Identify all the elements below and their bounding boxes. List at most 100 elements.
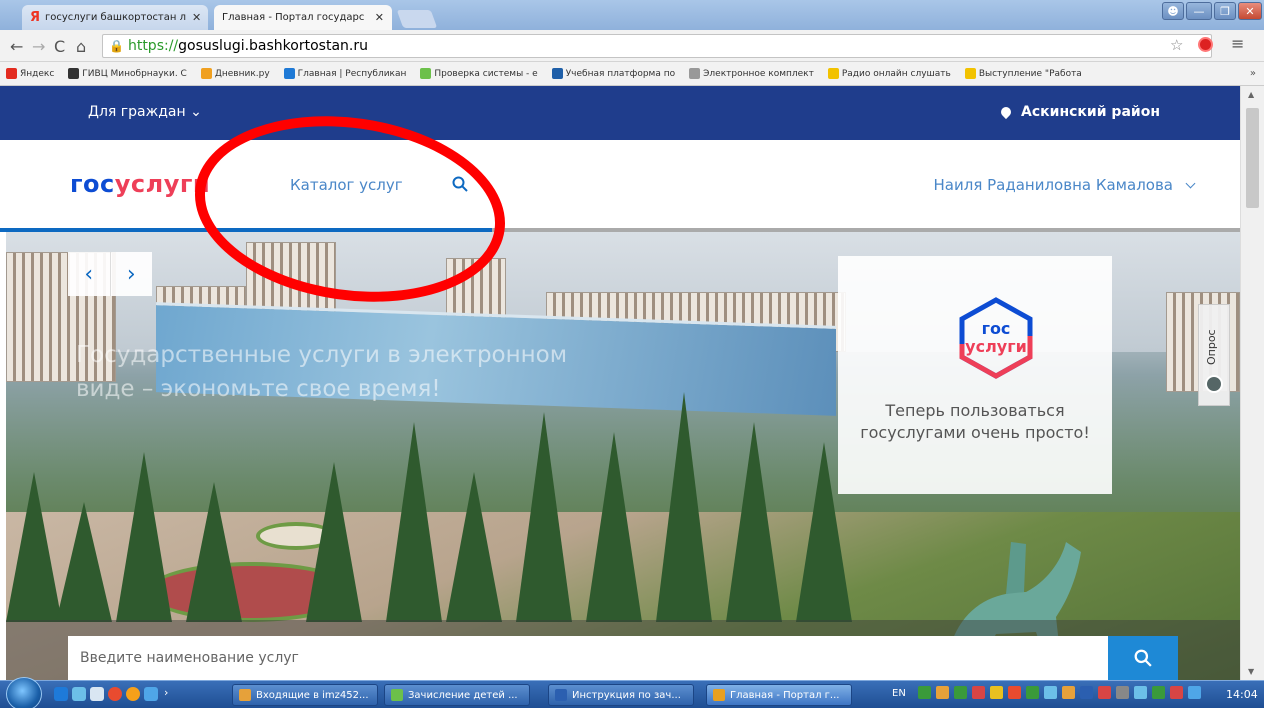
app-icon[interactable] <box>144 687 158 701</box>
tray-icon[interactable] <box>1170 686 1183 699</box>
bookmark-item[interactable]: Электронное комплект <box>689 68 814 79</box>
url-host: gosuslugi.bashkortostan.ru <box>178 38 368 54</box>
bookmark-label: Главная | Республикан <box>297 68 407 79</box>
bookmarks-more-icon[interactable]: » <box>1250 68 1256 79</box>
bookmark-label: Учебная платформа по <box>565 68 676 79</box>
bookmark-item[interactable]: ГИВЦ Минобрнауки. С <box>68 68 187 79</box>
yandex-icon: Я <box>30 10 41 25</box>
ie-icon[interactable] <box>54 687 68 701</box>
desktop-icon[interactable] <box>72 687 86 701</box>
home-icon[interactable]: ⌂ <box>76 37 86 56</box>
url-field[interactable]: 🔒 https:// gosuslugi.bashkortostan.ru <box>102 34 1212 58</box>
menu-icon[interactable]: ≡ <box>1231 34 1244 53</box>
windows-taskbar: › Входящие в imz452... Зачисление детей .… <box>0 677 1264 708</box>
close-tab-icon[interactable]: ✕ <box>369 11 384 24</box>
taskbar-item[interactable]: Главная - Портал г... <box>706 684 852 706</box>
for-citizens-label: Для граждан <box>88 104 186 120</box>
forward-arrow-icon[interactable]: → <box>32 37 45 56</box>
bookmark-label: Электронное комплект <box>703 68 814 79</box>
taskbar-item[interactable]: Зачисление детей ... <box>384 684 530 706</box>
service-search-bar <box>6 620 1240 680</box>
chrome-icon[interactable] <box>108 687 122 701</box>
firefox-icon[interactable] <box>126 687 140 701</box>
close-window-button[interactable]: ✕ <box>1238 2 1262 20</box>
more-icon[interactable]: › <box>164 686 178 700</box>
language-indicator[interactable]: EN <box>892 688 906 699</box>
user-icon[interactable]: ☻ <box>1162 2 1184 20</box>
browser-tab-2[interactable]: Главная - Портал государс ✕ <box>214 5 392 30</box>
tray-icon[interactable] <box>990 686 1003 699</box>
tray-icon[interactable] <box>1008 686 1021 699</box>
location-pin-icon <box>998 104 1014 120</box>
bookmark-item[interactable]: Главная | Республикан <box>283 68 407 79</box>
window-icon[interactable] <box>90 687 104 701</box>
tray-icon[interactable] <box>1116 686 1129 699</box>
start-button[interactable] <box>6 677 42 708</box>
page-scrollbar[interactable]: ▲ ▼ <box>1240 86 1264 680</box>
browser-tab-1[interactable]: Я госуслуги башкортостан л ✕ <box>22 5 208 30</box>
volume-icon[interactable] <box>1134 686 1147 699</box>
taskbar-item-label: Входящие в imz452... <box>256 689 369 701</box>
new-tab-button[interactable] <box>396 10 438 28</box>
poll-label: Опрос <box>1205 329 1218 365</box>
tray-icon[interactable] <box>1044 686 1057 699</box>
bird-icon <box>68 68 80 79</box>
bookmark-item[interactable]: Радио онлайн слушать <box>827 68 951 79</box>
tray-icon[interactable] <box>918 686 931 699</box>
extension-icon[interactable] <box>1198 37 1213 52</box>
tray-icon[interactable] <box>1098 686 1111 699</box>
region-selector[interactable]: Аскинский район <box>998 104 1160 120</box>
maximize-button[interactable]: ❐ <box>1214 2 1236 20</box>
circle-icon <box>283 68 295 79</box>
doc-icon <box>964 68 976 79</box>
poll-tab[interactable]: Опрос <box>1198 304 1230 406</box>
minimize-button[interactable]: — <box>1186 2 1212 20</box>
gosuslugi-logo[interactable]: госуслуги <box>70 170 210 198</box>
tray-icon[interactable] <box>1062 686 1075 699</box>
promo-text: Теперь пользоваться госуслугами очень пр… <box>860 401 1090 442</box>
app-icon <box>555 689 567 701</box>
bookmark-item[interactable]: Проверка системы - e <box>420 68 538 79</box>
bookmark-item[interactable]: Дневник.ру <box>200 68 270 79</box>
bookmark-label: Дневник.ру <box>214 68 270 79</box>
site-header: госуслуги Каталог услуг Наиля Раданиловн… <box>0 140 1240 232</box>
for-citizens-dropdown[interactable]: Для граждан ⌄ <box>88 104 202 120</box>
tray-icon[interactable] <box>972 686 985 699</box>
scrollbar-thumb[interactable] <box>1246 108 1259 208</box>
bookmark-item[interactable]: Яндекс <box>6 68 54 79</box>
search-icon <box>1134 649 1152 667</box>
site-top-bar: Для граждан ⌄ Аскинский район <box>0 86 1240 140</box>
network-icon[interactable] <box>1152 686 1165 699</box>
tray-icon[interactable] <box>936 686 949 699</box>
lock-icon: 🔒 <box>109 39 124 53</box>
platform-icon <box>551 68 563 79</box>
bookmark-item[interactable]: Учебная платформа по <box>551 68 676 79</box>
promo-logo-line-1: гос <box>982 319 1011 338</box>
bookmark-label: Яндекс <box>20 68 55 79</box>
search-button[interactable] <box>1108 636 1178 680</box>
slider-prev-button[interactable]: ‹ <box>68 252 111 296</box>
tray-icon[interactable] <box>954 686 967 699</box>
promo-card[interactable]: гос услуги Теперь пользоваться госуслуга… <box>838 256 1112 494</box>
app-icon <box>239 689 251 701</box>
tray-icon[interactable] <box>1080 686 1093 699</box>
taskbar-item[interactable]: Инструкция по зач... <box>548 684 694 706</box>
scroll-up-icon[interactable]: ▲ <box>1248 90 1254 99</box>
taskbar-item[interactable]: Входящие в imz452... <box>232 684 378 706</box>
close-tab-icon[interactable]: ✕ <box>186 11 201 24</box>
gosuslugi-emblem-icon: гос услуги <box>959 297 1033 379</box>
bookmark-item[interactable]: Выступление "Работа <box>964 68 1082 79</box>
bookmark-star-icon[interactable]: ☆ <box>1170 36 1183 54</box>
tray-icon[interactable] <box>1026 686 1039 699</box>
slider-next-button[interactable]: › <box>111 252 153 296</box>
reload-icon[interactable]: C <box>54 37 65 56</box>
back-arrow-icon[interactable]: ← <box>10 37 23 56</box>
service-search-input[interactable] <box>68 636 1108 680</box>
user-menu[interactable]: Наиля Раданиловна Камалова <box>934 176 1196 194</box>
scroll-down-icon[interactable]: ▼ <box>1248 667 1254 676</box>
diary-icon <box>200 68 212 79</box>
tray-icon[interactable] <box>1188 686 1201 699</box>
logo-part-1: гос <box>70 170 115 198</box>
bookmark-label: Выступление "Работа <box>978 68 1082 79</box>
url-scheme: https:// <box>127 38 179 54</box>
